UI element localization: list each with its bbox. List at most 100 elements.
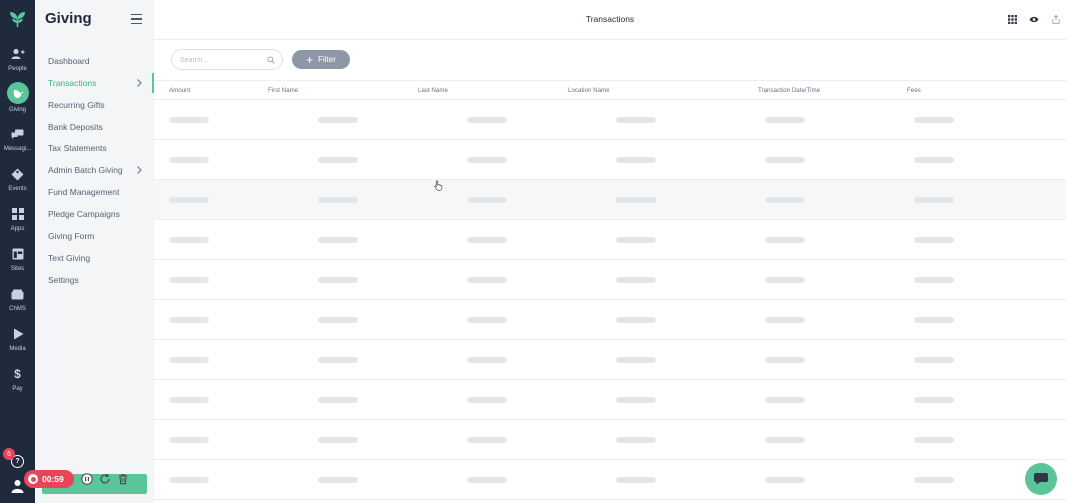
loading-placeholder bbox=[765, 397, 805, 403]
restart-icon[interactable] bbox=[99, 473, 111, 485]
hand-cursor-icon bbox=[434, 180, 443, 191]
loading-placeholder bbox=[914, 197, 954, 203]
column-header-fees[interactable]: Fees bbox=[907, 87, 921, 94]
rail-item-pay[interactable]: $ Pay bbox=[0, 362, 35, 402]
recording-timer[interactable]: 00:59 bbox=[24, 470, 74, 488]
loading-placeholder bbox=[169, 477, 209, 483]
nav-item-transactions-label: Transactions bbox=[48, 78, 97, 88]
nav-item-bank-deposits[interactable]: Bank Deposits bbox=[48, 118, 153, 136]
pause-icon[interactable] bbox=[81, 473, 93, 485]
sites-icon bbox=[9, 245, 27, 263]
menu-icon[interactable] bbox=[131, 14, 142, 24]
chat-icon bbox=[1034, 473, 1048, 485]
loading-placeholder bbox=[169, 437, 209, 443]
section-title: Giving bbox=[45, 10, 92, 27]
loading-placeholder bbox=[914, 357, 954, 363]
rail-item-people[interactable]: People bbox=[0, 42, 35, 82]
loading-placeholder bbox=[467, 117, 507, 123]
nav-item-fund-management[interactable]: Fund Management bbox=[48, 183, 153, 201]
column-header-first-name[interactable]: First Name bbox=[268, 87, 298, 94]
plus-icon: + bbox=[306, 52, 314, 67]
loading-placeholder bbox=[765, 237, 805, 243]
loading-placeholder bbox=[318, 357, 358, 363]
loading-placeholder bbox=[318, 117, 358, 123]
trash-icon[interactable] bbox=[117, 473, 129, 485]
chat-button[interactable] bbox=[1025, 463, 1057, 495]
transactions-table: Amount First Name Last Name Location Nam… bbox=[154, 80, 1066, 500]
table-row[interactable] bbox=[154, 460, 1066, 500]
loading-placeholder bbox=[914, 117, 954, 123]
rail-item-apps[interactable]: Apps bbox=[0, 202, 35, 242]
notification-badge[interactable]: 6 bbox=[3, 448, 15, 460]
table-body bbox=[154, 100, 1066, 500]
nav-item-transactions[interactable]: Transactions bbox=[48, 74, 153, 92]
loading-placeholder bbox=[467, 477, 507, 483]
loading-placeholder bbox=[467, 317, 507, 323]
chevron-right-icon bbox=[137, 166, 142, 174]
main-content: Transactions + Filter Amount First Name … bbox=[154, 0, 1066, 503]
table-header: Amount First Name Last Name Location Nam… bbox=[154, 80, 1066, 100]
nav-item-settings[interactable]: Settings bbox=[48, 271, 153, 289]
loading-placeholder bbox=[318, 197, 358, 203]
loading-placeholder bbox=[467, 277, 507, 283]
loading-placeholder bbox=[914, 157, 954, 163]
table-row[interactable] bbox=[154, 340, 1066, 380]
loading-placeholder bbox=[318, 237, 358, 243]
loading-placeholder bbox=[169, 397, 209, 403]
loading-placeholder bbox=[169, 317, 209, 323]
column-header-amount[interactable]: Amount bbox=[169, 87, 190, 94]
rail-item-messaging[interactable]: Messagi... bbox=[0, 122, 35, 162]
eye-icon[interactable] bbox=[1029, 14, 1039, 24]
rail-item-giving[interactable]: Giving bbox=[0, 81, 35, 121]
nav-item-admin-batch-giving-label: Admin Batch Giving bbox=[48, 165, 123, 175]
table-row[interactable] bbox=[154, 100, 1066, 140]
grid-icon[interactable] bbox=[1007, 14, 1017, 24]
loading-placeholder bbox=[765, 277, 805, 283]
table-row[interactable] bbox=[154, 300, 1066, 340]
loading-placeholder bbox=[467, 157, 507, 163]
nav-item-pledge-campaigns[interactable]: Pledge Campaigns bbox=[48, 205, 153, 223]
export-icon[interactable] bbox=[1051, 14, 1061, 24]
loading-placeholder bbox=[467, 397, 507, 403]
app-logo-icon[interactable] bbox=[7, 9, 28, 30]
loading-placeholder bbox=[318, 397, 358, 403]
loading-placeholder bbox=[616, 117, 656, 123]
rail-item-chms[interactable]: ChMS bbox=[0, 282, 35, 322]
loading-placeholder bbox=[169, 357, 209, 363]
nav-item-giving-form[interactable]: Giving Form bbox=[48, 227, 153, 245]
rail-item-events[interactable]: Events bbox=[0, 162, 35, 202]
rail-label-apps: Apps bbox=[10, 226, 25, 232]
loading-placeholder bbox=[914, 277, 954, 283]
loading-placeholder bbox=[765, 477, 805, 483]
table-row[interactable] bbox=[154, 260, 1066, 300]
nav-item-admin-batch-giving[interactable]: Admin Batch Giving bbox=[48, 161, 153, 179]
column-header-location-name[interactable]: Location Name bbox=[568, 87, 610, 94]
apps-icon bbox=[9, 205, 27, 223]
nav-item-tax-statements[interactable]: Tax Statements bbox=[48, 139, 153, 157]
search-box[interactable] bbox=[171, 49, 283, 70]
rail-label-giving: Giving bbox=[8, 107, 26, 113]
nav-item-dashboard[interactable]: Dashboard bbox=[48, 52, 153, 70]
loading-placeholder bbox=[616, 317, 656, 323]
loading-placeholder bbox=[467, 357, 507, 363]
rail-item-media[interactable]: Media bbox=[0, 322, 35, 362]
column-header-transaction-date-time[interactable]: Transaction Date/Time bbox=[758, 87, 820, 94]
filter-button[interactable]: + Filter bbox=[292, 50, 350, 69]
events-icon bbox=[9, 165, 27, 183]
loading-placeholder bbox=[914, 237, 954, 243]
table-row[interactable] bbox=[154, 180, 1066, 220]
loading-placeholder bbox=[318, 477, 358, 483]
nav-item-recurring-gifts[interactable]: Recurring Gifts bbox=[48, 96, 153, 114]
recording-time: 00:59 bbox=[42, 474, 64, 484]
giving-icon bbox=[6, 82, 29, 104]
table-row[interactable] bbox=[154, 380, 1066, 420]
profile-icon[interactable] bbox=[11, 479, 24, 493]
column-header-last-name[interactable]: Last Name bbox=[418, 87, 448, 94]
loading-placeholder bbox=[169, 237, 209, 243]
nav-item-text-giving[interactable]: Text Giving bbox=[48, 249, 153, 267]
rail-item-sites[interactable]: Sites bbox=[0, 242, 35, 282]
table-row[interactable] bbox=[154, 140, 1066, 180]
search-input[interactable] bbox=[180, 54, 260, 66]
table-row[interactable] bbox=[154, 420, 1066, 460]
table-row[interactable] bbox=[154, 220, 1066, 260]
